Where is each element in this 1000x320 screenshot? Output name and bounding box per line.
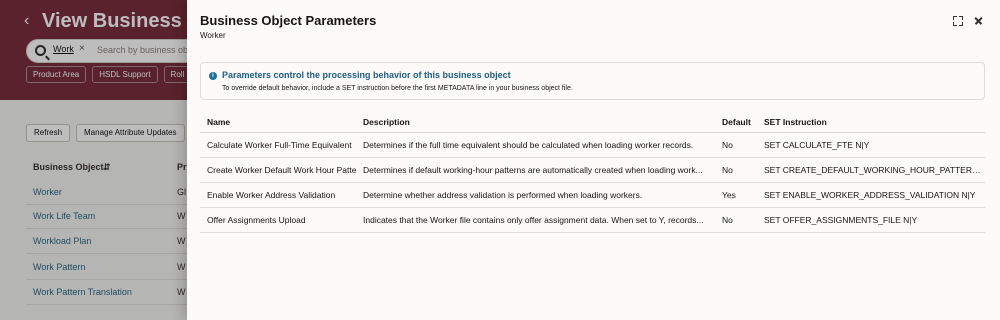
drawer-title: Business Object Parameters	[200, 13, 377, 28]
parameters-drawer: Business Object Parameters Worker i Para…	[187, 0, 1000, 320]
parameter-description: Determine whether address validation is …	[363, 190, 643, 200]
drawer-subtitle: Worker	[200, 31, 226, 40]
parameter-name: Create Worker Default Work Hour Patter	[207, 165, 357, 175]
parameter-name: Calculate Worker Full-Time Equivalent	[207, 140, 352, 150]
parameter-description: Determines if the full time equivalent s…	[363, 140, 694, 150]
parameters-table: Name Description Default SET Instruction…	[200, 112, 985, 233]
info-icon: i	[209, 72, 217, 80]
column-header-name: Name	[207, 117, 231, 127]
info-message: i Parameters control the processing beha…	[200, 62, 985, 100]
parameter-set-instruction: SET CALCULATE_FTE N|Y	[764, 140, 870, 150]
parameter-description: Indicates that the Worker file contains …	[363, 215, 704, 225]
close-icon[interactable]	[972, 14, 986, 28]
parameter-name: Enable Worker Address Validation	[207, 190, 336, 200]
table-row[interactable]: Calculate Worker Full-Time Equivalent De…	[200, 133, 985, 158]
parameter-description: Determines if default working-hour patte…	[363, 165, 703, 175]
parameter-name: Offer Assignments Upload	[207, 215, 306, 225]
table-row[interactable]: Offer Assignments Upload Indicates that …	[200, 208, 985, 233]
column-header-description: Description	[363, 117, 410, 127]
table-header: Name Description Default SET Instruction	[200, 112, 985, 133]
parameter-set-instruction: SET ENABLE_WORKER_ADDRESS_VALIDATION N|Y	[764, 190, 976, 200]
parameter-default: No	[722, 140, 733, 150]
info-text: To override default behavior, include a …	[222, 85, 573, 92]
parameter-set-instruction: SET OFFER_ASSIGNMENTS_FILE N|Y	[764, 215, 918, 225]
table-row[interactable]: Create Worker Default Work Hour Patter D…	[200, 158, 985, 183]
expand-icon[interactable]	[951, 14, 965, 28]
column-header-set-instruction: SET Instruction	[764, 117, 827, 127]
parameter-default: Yes	[722, 190, 736, 200]
parameter-default: No	[722, 215, 733, 225]
parameter-default: No	[722, 165, 733, 175]
column-header-default: Default	[722, 117, 751, 127]
parameter-set-instruction: SET CREATE_DEFAULT_WORKING_HOUR_PATTERN …	[764, 165, 982, 175]
table-row[interactable]: Enable Worker Address Validation Determi…	[200, 183, 985, 208]
info-title: Parameters control the processing behavi…	[222, 70, 511, 80]
